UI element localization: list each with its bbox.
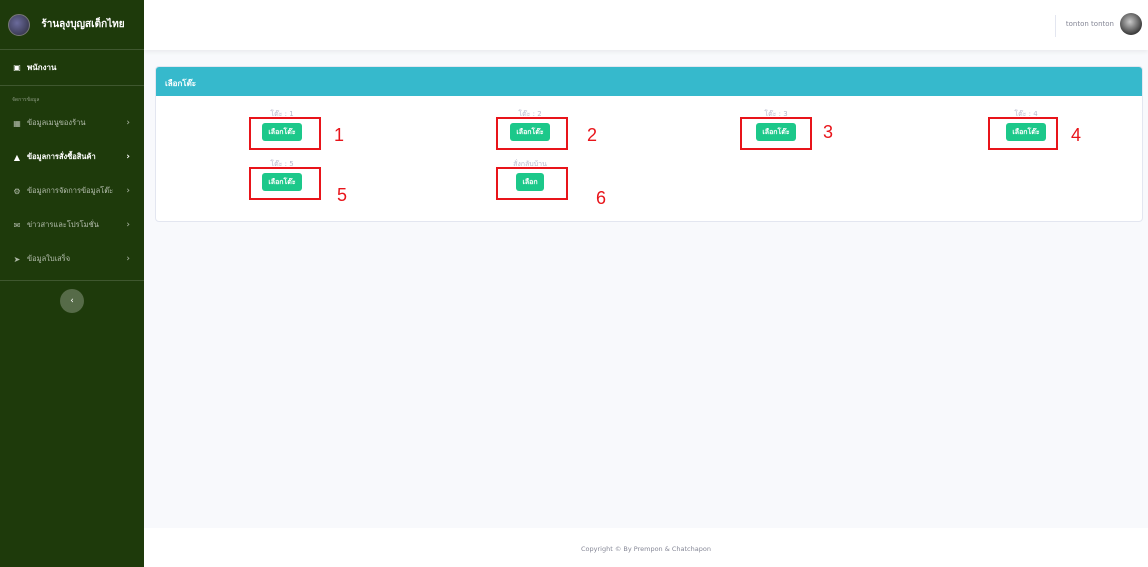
sidebar-item-label: พนักงาน — [27, 63, 57, 72]
sidebar-item-label: ข้อมูลเมนูของร้าน — [27, 118, 86, 127]
sidebar-divider — [0, 280, 144, 281]
brand[interactable]: ร้านลุงบุญสเต็กไทย — [0, 0, 144, 50]
footer: Copyright © By Prempon & Chatchapon — [144, 528, 1148, 567]
brand-name: ร้านลุงบุญสเต็กไทย — [41, 19, 125, 30]
sidebar-item-tables[interactable]: ⚙ ข้อมูลการจัดการข้อมูลโต๊ะ › — [0, 174, 144, 208]
megaphone-icon: ✉ — [13, 220, 21, 230]
card-title: เลือกโต๊ะ — [156, 67, 1142, 96]
annotation-number-2: 2 — [587, 125, 598, 145]
annotation-number-5: 5 — [337, 185, 348, 205]
topbar: tonton tonton — [144, 0, 1148, 50]
topbar-divider — [1055, 15, 1056, 37]
copyright-text: Copyright © By Prempon & Chatchapon — [581, 545, 711, 553]
sidebar-item-label: ข่าวสารและโปรโมชั่น — [27, 220, 99, 229]
brand-logo — [8, 13, 30, 36]
annotation-box-1 — [249, 117, 321, 150]
annotation-number-4: 4 — [1071, 125, 1082, 145]
annotation-number-3: 3 — [823, 122, 834, 142]
sidebar-item-receipts[interactable]: ➤ ข้อมูลใบเสร็จ › — [0, 242, 144, 276]
sidebar-item-staff[interactable]: ▣ พนักงาน — [0, 50, 144, 86]
annotation-number-1: 1 — [334, 125, 345, 145]
annotation-box-6 — [496, 167, 568, 200]
chevron-left-icon: ‹ — [70, 296, 74, 306]
annotation-number-6: 6 — [596, 188, 607, 208]
bag-icon: ▲ — [13, 152, 21, 162]
chevron-right-icon: › — [126, 186, 130, 196]
sidebar-item-label: ข้อมูลการสั่งซื้อสินค้า — [27, 152, 96, 161]
annotation-box-4 — [988, 117, 1058, 150]
sidebar-item-label: ข้อมูลการจัดการข้อมูลโต๊ะ — [27, 186, 114, 195]
sidebar-item-news[interactable]: ✉ ข่าวสารและโปรโมชั่น › — [0, 208, 144, 242]
annotation-box-2 — [496, 117, 568, 150]
user-name[interactable]: tonton tonton — [1066, 20, 1114, 28]
chevron-right-icon: › — [126, 220, 130, 230]
annotation-box-3 — [740, 117, 812, 150]
table-icon: ▦ — [13, 118, 21, 128]
chevron-right-icon: › — [126, 152, 130, 162]
chevron-right-icon: › — [126, 254, 130, 264]
settings-icon: ⚙ — [13, 186, 21, 196]
sidebar-item-orders[interactable]: ▲ ข้อมูลการสั่งซื้อสินค้า › — [0, 140, 144, 174]
sidebar-item-label: ข้อมูลใบเสร็จ — [27, 254, 71, 263]
sidebar: ร้านลุงบุญสเต็กไทย ▣ พนักงาน จัดการข้อมู… — [0, 0, 144, 567]
sidebar-heading: จัดการข้อมูล — [12, 97, 40, 103]
avatar[interactable] — [1120, 13, 1142, 35]
id-card-icon: ▣ — [13, 63, 21, 72]
chevron-right-icon: › — [126, 118, 130, 128]
sidebar-toggle-button[interactable]: ‹ — [60, 289, 84, 313]
send-icon: ➤ — [13, 254, 21, 264]
annotation-box-5 — [249, 167, 321, 200]
sidebar-item-menu[interactable]: ▦ ข้อมูลเมนูของร้าน › — [0, 106, 144, 140]
